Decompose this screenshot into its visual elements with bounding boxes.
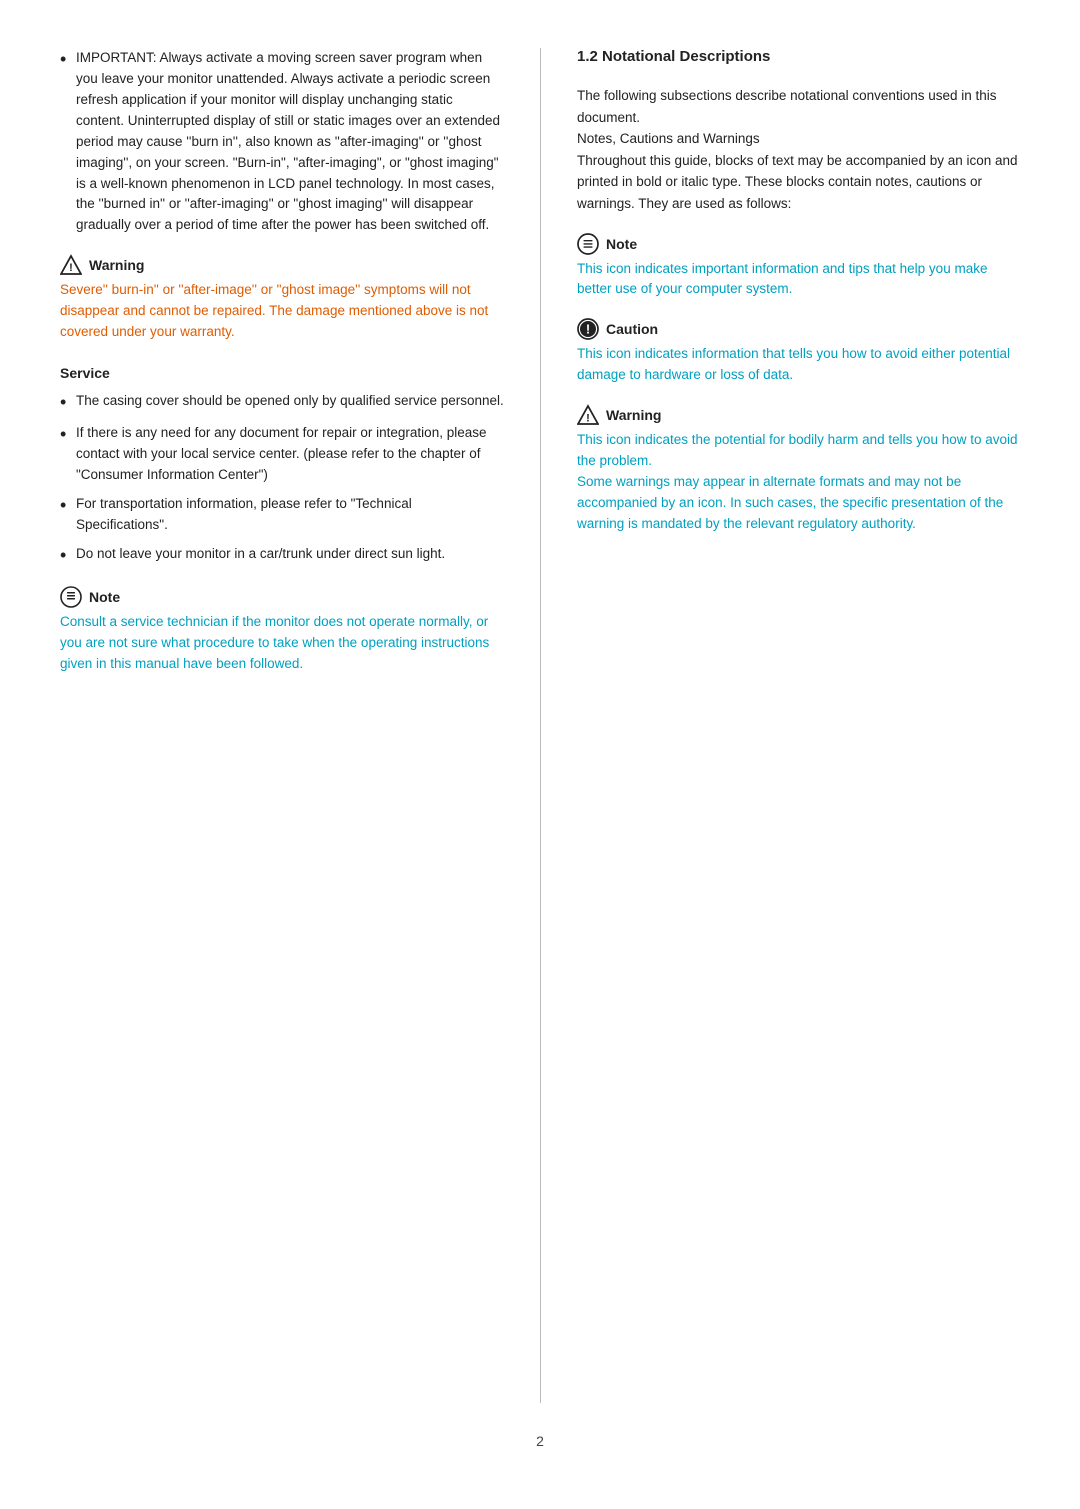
warning-block-right: ! Warning This icon indicates the potent… <box>577 404 1020 535</box>
service-bullet-text-2: If there is any need for any document fo… <box>76 423 504 486</box>
intro-text: IMPORTANT: Always activate a moving scre… <box>76 48 504 236</box>
bullet-dot: • <box>60 543 76 568</box>
bullet-dot: • <box>60 390 76 415</box>
warning-label-1: Warning <box>89 257 144 273</box>
caution-icon-right: ! <box>577 318 599 340</box>
warning-label-right: Warning <box>606 407 661 423</box>
service-heading: Service <box>60 365 504 381</box>
svg-text:!: ! <box>586 322 590 337</box>
note-title-right: Note <box>577 233 1020 255</box>
service-bullet-4: • Do not leave your monitor in a car/tru… <box>60 544 504 568</box>
service-bullet-3: • For transportation information, please… <box>60 494 504 536</box>
svg-text:!: ! <box>586 413 590 425</box>
main-columns: • IMPORTANT: Always activate a moving sc… <box>60 48 1020 1403</box>
bullet-dot: • <box>60 493 76 518</box>
bullet-dot: • <box>60 422 76 447</box>
caution-label-right: Caution <box>606 321 658 337</box>
bullet-dot: • <box>60 47 76 72</box>
service-bullet-text-1: The casing cover should be opened only b… <box>76 391 504 412</box>
warning-text-right: This icon indicates the potential for bo… <box>577 430 1020 535</box>
service-bullets: • The casing cover should be opened only… <box>60 391 504 568</box>
page: • IMPORTANT: Always activate a moving sc… <box>0 0 1080 1509</box>
right-column: 1.2 Notational Descriptions The followin… <box>540 48 1020 1403</box>
svg-text:!: ! <box>69 262 73 274</box>
left-column: • IMPORTANT: Always activate a moving sc… <box>60 48 540 1403</box>
note-label-right: Note <box>606 236 637 252</box>
page-number: 2 <box>60 1433 1020 1449</box>
note-icon-1 <box>60 586 82 608</box>
service-bullet-text-4: Do not leave your monitor in a car/trunk… <box>76 544 445 565</box>
section-title: 1.2 Notational Descriptions <box>577 48 1020 71</box>
caution-title-right: ! Caution <box>577 318 1020 340</box>
intro-bullet: • IMPORTANT: Always activate a moving sc… <box>60 48 504 236</box>
warning-icon-1: ! <box>60 254 82 276</box>
warning-text-1: Severe'' burn-in'' or ''after-image'' or… <box>60 280 504 343</box>
caution-text-right: This icon indicates information that tel… <box>577 344 1020 386</box>
warning-block-1: ! Warning Severe'' burn-in'' or ''after-… <box>60 254 504 343</box>
service-bullet-text-3: For transportation information, please r… <box>76 494 504 536</box>
note-block-right: Note This icon indicates important infor… <box>577 233 1020 301</box>
caution-block-right: ! Caution This icon indicates informatio… <box>577 318 1020 386</box>
note-block-1: Note Consult a service technician if the… <box>60 586 504 675</box>
right-intro: The following subsections describe notat… <box>577 85 1020 215</box>
warning-icon-right: ! <box>577 404 599 426</box>
service-bullet-2: • If there is any need for any document … <box>60 423 504 486</box>
note-text-right: This icon indicates important informatio… <box>577 259 1020 301</box>
note-label-1: Note <box>89 589 120 605</box>
note-text-1: Consult a service technician if the moni… <box>60 612 504 675</box>
service-bullet-1: • The casing cover should be opened only… <box>60 391 504 415</box>
right-intro-text: The following subsections describe notat… <box>577 88 1018 211</box>
warning-title-right: ! Warning <box>577 404 1020 426</box>
note-title-1: Note <box>60 586 504 608</box>
note-icon-right <box>577 233 599 255</box>
warning-title-1: ! Warning <box>60 254 504 276</box>
